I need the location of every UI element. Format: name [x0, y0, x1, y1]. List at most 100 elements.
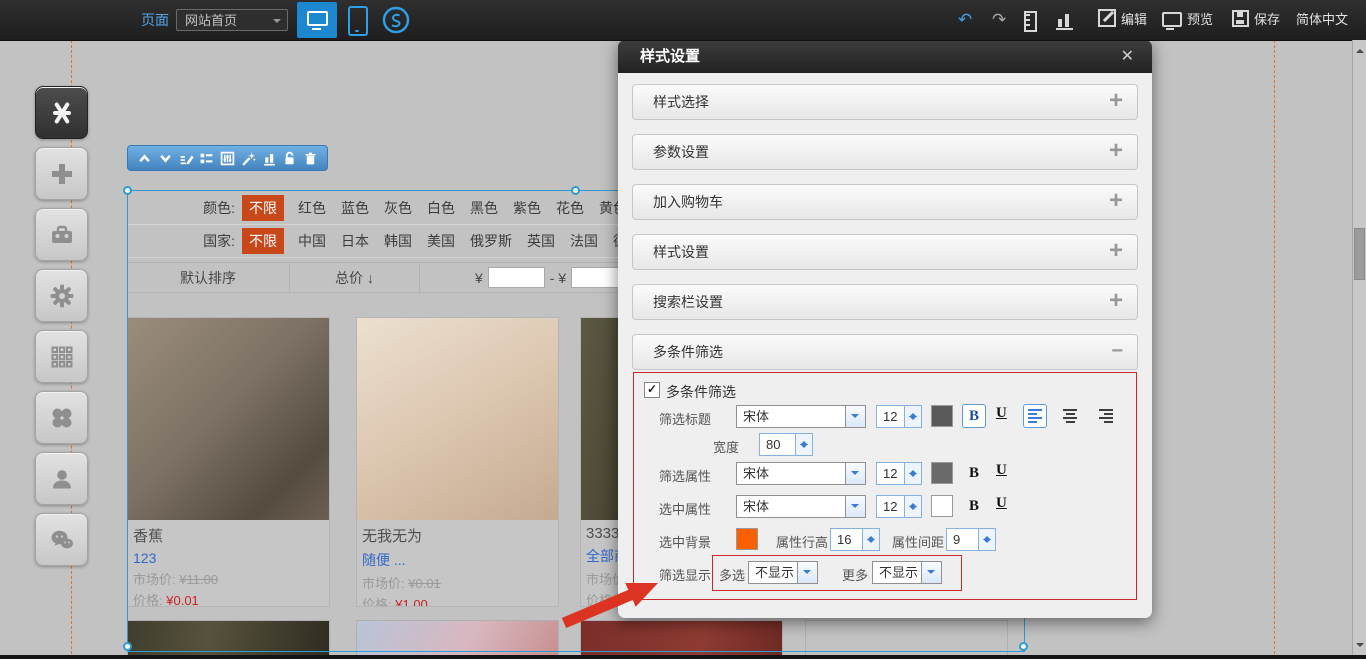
product-image[interactable] [357, 318, 558, 520]
color-swatch[interactable] [931, 405, 953, 427]
filter-option[interactable]: 日本 [341, 231, 369, 251]
more-dropdown[interactable]: 不显示 [872, 561, 942, 584]
color-swatch[interactable] [931, 495, 953, 517]
accordion-add-to-cart[interactable]: 加入购物车 + [632, 184, 1138, 220]
color-swatch[interactable] [931, 462, 953, 484]
page-select[interactable]: 网站首页 [176, 9, 288, 31]
font-size-spinner[interactable]: 12 [876, 405, 922, 428]
accordion-style-settings[interactable]: 样式设置 + [632, 234, 1138, 270]
undo-icon[interactable]: ↶ [958, 0, 972, 40]
filter-option[interactable]: 英国 [527, 231, 555, 251]
bold-button[interactable]: B [962, 461, 986, 485]
sidebar-item-widgets[interactable] [35, 391, 88, 444]
product-image[interactable] [128, 318, 329, 520]
scroll-up-icon[interactable] [1356, 45, 1364, 53]
font-select[interactable]: 宋体 [736, 495, 866, 518]
spacing-spinner[interactable]: 9 [946, 528, 996, 551]
desktop-view-button[interactable] [297, 2, 337, 38]
align-right-button[interactable] [1093, 404, 1117, 428]
filter-option[interactable]: 蓝色 [341, 198, 369, 218]
collapse-minus-icon[interactable]: − [1111, 335, 1123, 367]
link-view-button[interactable] [382, 6, 410, 34]
accordion-params[interactable]: 参数设置 + [632, 134, 1138, 170]
product-link[interactable]: 123 [133, 550, 329, 566]
filter-option[interactable]: 黑色 [470, 198, 498, 218]
product-image[interactable] [127, 620, 330, 657]
spinner-arrows-icon[interactable] [978, 529, 995, 550]
resize-handle[interactable] [1019, 642, 1028, 651]
product-card[interactable]: 无我无为 随便 ... 市场价: ¥0.01 价格: ¥1.00 [356, 317, 559, 607]
filter-selected-badge[interactable]: 不限 [242, 228, 284, 254]
sidebar-item-members[interactable] [35, 452, 88, 505]
filter-option[interactable]: 白色 [427, 198, 455, 218]
list-settings-icon[interactable] [199, 151, 214, 166]
expand-plus-icon[interactable]: + [1109, 235, 1123, 267]
spinner-arrows-icon[interactable] [904, 406, 921, 427]
trash-icon[interactable] [303, 151, 318, 166]
panel-header[interactable]: 样式设置 ✕ [618, 40, 1152, 73]
align-left-button[interactable] [1023, 404, 1047, 428]
enable-checkbox[interactable]: ✓ [644, 382, 660, 398]
filter-option[interactable]: 灰色 [384, 198, 412, 218]
product-card[interactable]: 香蕉 123 市场价: ¥11.00 价格: ¥0.01 [127, 317, 330, 607]
mobile-view-button[interactable] [348, 6, 368, 36]
bg-color-swatch[interactable] [736, 528, 758, 550]
save-button[interactable]: 保存 [1232, 0, 1280, 40]
filter-option[interactable]: 法国 [570, 231, 598, 251]
redo-icon[interactable]: ↷ [992, 0, 1006, 40]
sidebar-item-wechat[interactable] [35, 513, 88, 566]
font-select[interactable]: 宋体 [736, 405, 866, 428]
underline-button[interactable]: U [996, 495, 1007, 512]
font-size-spinner[interactable]: 12 [876, 462, 922, 485]
accordion-multi-filter[interactable]: 多条件筛选 − [632, 334, 1138, 370]
expand-plus-icon[interactable]: + [1109, 185, 1123, 217]
language-button[interactable]: 简体中文 [1296, 0, 1348, 40]
spinner-arrows-icon[interactable] [904, 463, 921, 484]
product-link[interactable]: 随便 ... [362, 550, 558, 570]
filter-option[interactable]: 紫色 [513, 198, 541, 218]
filter-option[interactable]: 花色 [556, 198, 584, 218]
underline-button[interactable]: U [996, 405, 1007, 422]
vertical-scrollbar[interactable] [1352, 40, 1366, 659]
filter-option[interactable]: 红色 [298, 198, 326, 218]
preview-button[interactable]: 预览 [1162, 0, 1213, 40]
scroll-down-icon[interactable] [1356, 643, 1364, 651]
multi-select-dropdown[interactable]: 不显示 [748, 561, 818, 584]
expand-plus-icon[interactable]: + [1109, 135, 1123, 167]
sidebar-item-modules[interactable] [35, 330, 88, 383]
spinner-arrows-icon[interactable] [795, 434, 812, 455]
filter-option[interactable]: 中国 [298, 231, 326, 251]
close-icon[interactable]: ✕ [1121, 40, 1134, 73]
underline-button[interactable]: U [996, 462, 1007, 479]
line-height-spinner[interactable]: 16 [830, 528, 880, 551]
font-select[interactable]: 宋体 [736, 462, 866, 485]
edit-content-icon[interactable] [179, 151, 194, 166]
ruler-icon[interactable] [1024, 11, 1037, 32]
font-size-spinner[interactable]: 12 [876, 495, 922, 518]
sort-default-tab[interactable]: 默认排序 [127, 263, 290, 292]
edit-button[interactable]: 编辑 [1098, 0, 1147, 40]
bold-button[interactable]: B [962, 404, 986, 428]
align-center-button[interactable] [1058, 404, 1082, 428]
filter-option[interactable]: 俄罗斯 [470, 231, 512, 251]
price-min-input[interactable] [488, 267, 545, 288]
stats-icon[interactable] [1056, 11, 1073, 30]
width-spinner[interactable]: 80 [759, 433, 813, 456]
sidebar-item-settings[interactable] [35, 269, 88, 322]
spinner-arrows-icon[interactable] [904, 496, 921, 517]
sidebar-item-add[interactable] [35, 147, 88, 200]
chart-icon[interactable] [262, 151, 277, 166]
product-card[interactable] [805, 620, 1008, 657]
spinner-arrows-icon[interactable] [862, 529, 879, 550]
move-up-icon[interactable] [137, 151, 152, 166]
magic-wand-icon[interactable] [241, 151, 256, 166]
sidebar-item-components[interactable] [35, 86, 88, 139]
expand-plus-icon[interactable]: + [1109, 85, 1123, 117]
bold-button[interactable]: B [962, 494, 986, 518]
expand-plus-icon[interactable]: + [1109, 285, 1123, 317]
accordion-search-bar[interactable]: 搜索栏设置 + [632, 284, 1138, 320]
filter-option[interactable]: 韩国 [384, 231, 412, 251]
resize-handle[interactable] [123, 642, 132, 651]
params-sliders-icon[interactable] [220, 151, 235, 166]
filter-option[interactable]: 美国 [427, 231, 455, 251]
